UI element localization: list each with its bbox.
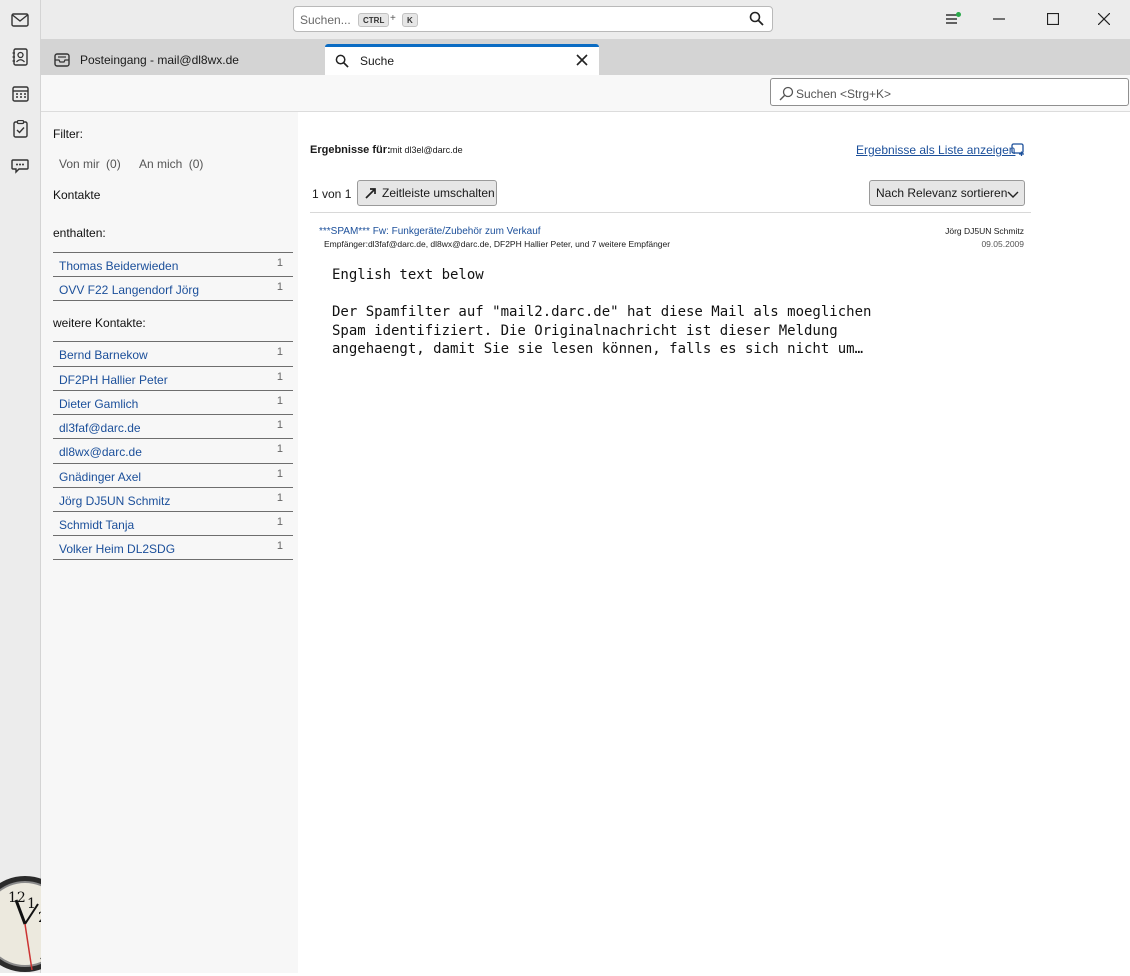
results-query: mit dl3el@darc.de (390, 145, 463, 155)
open-list-icon[interactable] (1011, 143, 1025, 159)
contact-name: Schmidt Tanja (59, 518, 135, 532)
sort-label: Nach Relevanz sortieren (876, 186, 1008, 200)
result-snippet[interactable]: English text below Der Spamfilter auf "m… (332, 266, 871, 359)
contact-row[interactable]: dl3faf@darc.de 1 (53, 414, 293, 438)
global-search-input[interactable]: Suchen... CTRL + K (293, 6, 773, 32)
contact-name: dl8wx@darc.de (59, 445, 142, 459)
app-menu-icon[interactable] (942, 8, 964, 30)
close-window-icon[interactable] (1093, 8, 1115, 30)
tab-search-label: Suche (360, 54, 395, 68)
contact-count: 1 (276, 371, 283, 383)
contact-row[interactable]: Thomas Beiderwieden 1 (53, 252, 293, 276)
contact-name: Volker Heim DL2SDG (59, 542, 176, 556)
timeline-toggle-button[interactable]: Zeitleiste umschalten (357, 180, 497, 206)
contact-count: 1 (276, 468, 283, 480)
contact-name: Jörg DJ5UN Schmitz (59, 494, 171, 508)
quick-search-input[interactable]: Suchen <Strg+K> (770, 78, 1129, 106)
contact-count: 1 (276, 281, 283, 293)
result-recipients: Empfänger:dl3faf@darc.de, dl8wx@darc.de,… (324, 239, 671, 249)
contact-count: 1 (276, 257, 283, 269)
timeline-toggle-label: Zeitleiste umschalten (382, 186, 495, 200)
filter-to-me[interactable]: An mich (0) (139, 157, 203, 171)
minimize-icon[interactable] (988, 8, 1010, 30)
contacts-heading: Kontakte (53, 188, 101, 202)
tab-search[interactable]: Suche (325, 44, 599, 75)
more-contacts-heading: weitere Kontakte: (53, 316, 146, 330)
results-for-label: Ergebnisse für: (310, 144, 391, 156)
contact-name: dl3faf@darc.de (59, 421, 141, 435)
contact-count: 1 (276, 419, 283, 431)
contact-row[interactable]: OVV F22 Langendorf Jörg 1 (53, 276, 293, 301)
contact-count: 1 (276, 516, 283, 528)
divider (310, 212, 1031, 213)
contact-row[interactable]: DF2PH Hallier Peter 1 (53, 366, 293, 390)
contact-row[interactable]: Dieter Gamlich 1 (53, 390, 293, 414)
address-book-icon[interactable] (8, 45, 32, 69)
contact-name: OVV F22 Langendorf Jörg (59, 283, 200, 297)
contact-name: Gnädinger Axel (59, 470, 142, 484)
contact-name: Thomas Beiderwieden (59, 259, 179, 273)
result-sender[interactable]: Jörg DJ5UN Schmitz (945, 226, 1024, 236)
calendar-icon[interactable] (8, 81, 32, 105)
mail-icon[interactable] (8, 8, 32, 32)
shortcut-key-k: K (402, 13, 418, 27)
search-icon (779, 86, 794, 104)
sort-button[interactable]: Nach Relevanz sortieren (869, 180, 1025, 206)
tab-inbox-label: Posteingang - mail@dl8wx.de (80, 52, 239, 67)
contact-count: 1 (276, 492, 283, 504)
contact-row[interactable]: Schmidt Tanja 1 (53, 511, 293, 535)
title-bar: Suchen... CTRL + K (41, 0, 1130, 39)
quick-search-bar: Suchen <Strg+K> (41, 75, 1130, 112)
trend-arrow-icon (365, 187, 377, 199)
facet-pane: Filter: Von mir (0) An mich (0) Kontakte… (41, 112, 298, 973)
contact-row[interactable]: dl8wx@darc.de 1 (53, 438, 293, 462)
contact-name: DF2PH Hallier Peter (59, 373, 168, 387)
inbox-icon (54, 52, 70, 67)
spaces-toolbar: 12 1 2 3 4 (0, 0, 73, 973)
quick-search-placeholder: Suchen <Strg+K> (796, 87, 892, 101)
chevron-down-icon (1007, 188, 1019, 202)
contact-row[interactable]: Bernd Barnekow 1 (53, 341, 293, 365)
shortcut-key-ctrl: CTRL (358, 13, 390, 27)
contact-row[interactable]: Volker Heim DL2SDG 1 (53, 535, 293, 560)
tab-strip: Posteingang - mail@dl8wx.de Suche (41, 39, 1130, 75)
contact-name: Bernd Barnekow (59, 348, 148, 362)
tab-inbox[interactable]: Posteingang - mail@dl8wx.de (46, 44, 321, 75)
chat-icon[interactable] (8, 154, 32, 178)
search-icon (335, 54, 349, 68)
result-subject[interactable]: ***SPAM*** Fw: Funkgeräte/Zubehör zum Ve… (319, 226, 541, 237)
search-icon[interactable] (749, 11, 764, 29)
contact-row[interactable]: Gnädinger Axel 1 (53, 463, 293, 487)
contains-heading: enthalten: (53, 226, 106, 240)
close-tab-icon[interactable] (576, 54, 588, 69)
filter-from-me[interactable]: Von mir (0) (59, 157, 121, 171)
contact-count: 1 (276, 443, 283, 455)
result-date: 09.05.2009 (981, 239, 1024, 249)
shortcut-plus: + (390, 13, 396, 24)
contact-count: 1 (276, 395, 283, 407)
page-info: 1 von 1 (312, 187, 352, 201)
contact-count: 1 (276, 346, 283, 358)
global-search-placeholder: Suchen... (300, 13, 351, 27)
tasks-icon[interactable] (8, 117, 32, 141)
show-as-list-link[interactable]: Ergebnisse als Liste anzeigen (856, 143, 1015, 157)
contact-count: 1 (276, 540, 283, 552)
maximize-icon[interactable] (1042, 8, 1064, 30)
filter-label: Filter: (53, 127, 83, 141)
contact-row[interactable]: Jörg DJ5UN Schmitz 1 (53, 487, 293, 511)
contact-name: Dieter Gamlich (59, 397, 139, 411)
